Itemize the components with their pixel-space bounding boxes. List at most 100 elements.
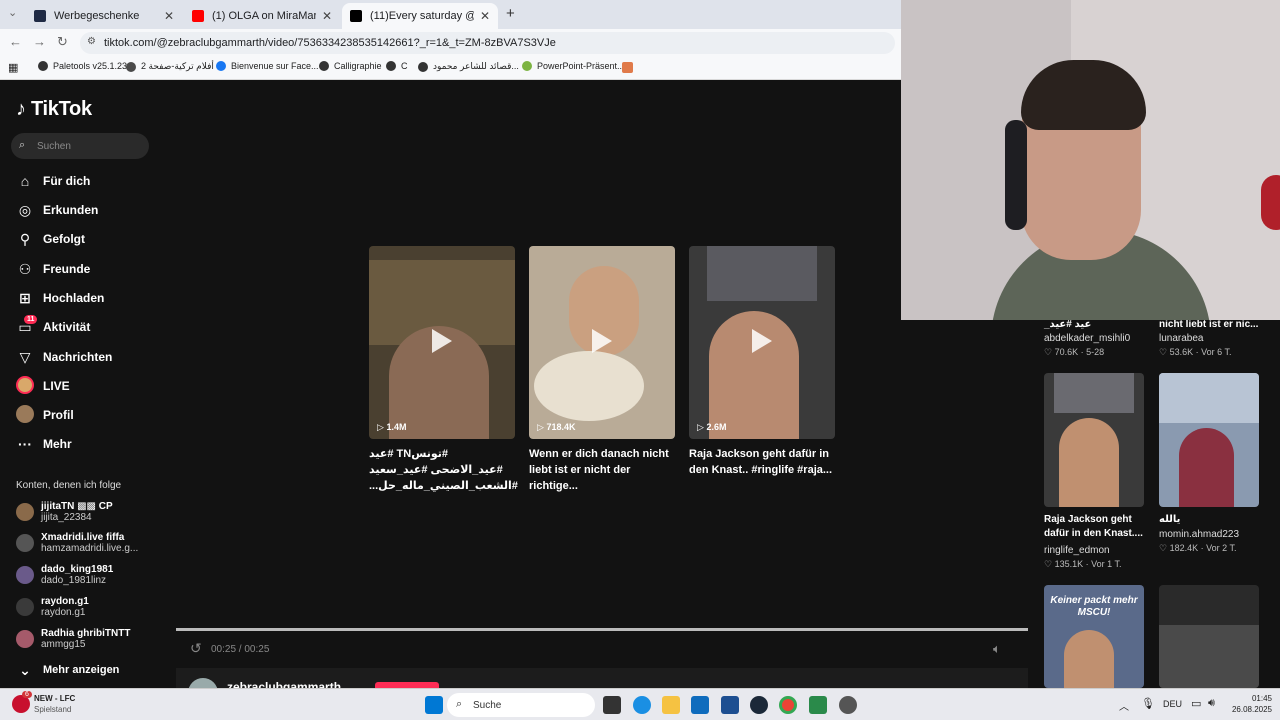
nav-erkunden[interactable]: ◎ Erkunden <box>16 200 98 220</box>
nav-fuer-dich[interactable]: ⌂ Für dich <box>16 171 91 191</box>
bookmark-c[interactable]: C <box>386 61 408 71</box>
clock[interactable]: 01:45 26.08.2025 <box>1226 693 1272 715</box>
followed-account[interactable]: raydon.g1 raydon.g1 <box>16 594 89 620</box>
bookmark-icon <box>522 61 532 71</box>
related-video-1-caption[interactable]: #تونسTN #عيد #عيد_الاضحى #عيد_سعيد #الشع… <box>369 446 519 494</box>
search-input[interactable]: ⌕ Suchen <box>11 133 149 159</box>
windows-taskbar: 6 NEW - LFC Spielstand ⌕ Suche ︿ 🎙︎ DEU … <box>0 688 1280 720</box>
nav-mehr[interactable]: ··· Mehr <box>16 434 72 454</box>
webcam-overlay <box>901 0 1280 320</box>
replay-icon[interactable]: ↺ <box>190 640 202 657</box>
nav-hochladen[interactable]: ⊞ Hochladen <box>16 288 104 308</box>
chrome-icon[interactable] <box>779 696 797 714</box>
avatar <box>16 534 34 552</box>
edge-icon[interactable] <box>633 696 651 714</box>
avatar <box>16 566 34 584</box>
followed-account[interactable]: Xmadridi.live fiffa hamzamadridi.live.g..… <box>16 530 138 556</box>
tab-werbegeschenke[interactable]: Werbegeschenke ✕ <box>26 3 182 29</box>
right-video-3-stats: ♡ 135.1K · Vor 1 T. <box>1044 559 1122 569</box>
nav-aktivitaet[interactable]: ▭ 11 Aktivität <box>16 314 90 337</box>
bookmark-paletools[interactable]: Paletools v25.1.23 <box>38 61 127 71</box>
followed-account[interactable]: jijitaTN ▩▩ CP jijita_22384 <box>16 499 113 525</box>
notepad-icon[interactable] <box>809 696 827 714</box>
right-video-2-user[interactable]: lunarabea <box>1159 333 1203 344</box>
volume-icon[interactable]: 🔈︎ <box>993 641 1001 657</box>
windows-start-icon[interactable] <box>425 696 443 714</box>
right-video-4-user[interactable]: momin.ahmad223 <box>1159 529 1239 540</box>
taskbar-search-input[interactable]: ⌕ Suche <box>447 693 595 717</box>
related-video-1[interactable]: ▷ 1.4M <box>369 246 515 439</box>
bookmark-calligraphie[interactable]: Calligraphie <box>319 61 382 71</box>
right-video-5-thumbnail[interactable]: Keiner packt mehr MSCU! <box>1044 585 1144 688</box>
nav-gefolgt[interactable]: ⚲ Gefolgt <box>16 229 85 249</box>
language-indicator[interactable]: DEU <box>1163 699 1182 709</box>
file-explorer-icon[interactable] <box>662 696 680 714</box>
app-icon[interactable] <box>839 696 857 714</box>
close-tab-icon[interactable]: ✕ <box>480 9 490 23</box>
nav-freunde[interactable]: ⚇ Freunde <box>16 259 91 279</box>
tab-tiktok[interactable]: (11)Every saturday @zebraclub ✕ <box>342 3 498 29</box>
tab-list-icon[interactable]: ⌄ <box>8 6 17 19</box>
video-progress-bar[interactable] <box>176 628 1028 631</box>
new-tab-button[interactable]: + <box>506 5 515 22</box>
close-tab-icon[interactable]: ✕ <box>164 9 174 23</box>
bookmark-facebook[interactable]: Bienvenue sur Face... <box>216 61 319 71</box>
right-video-4-thumbnail[interactable] <box>1159 373 1259 507</box>
reload-icon[interactable]: ↻ <box>57 34 68 50</box>
speaker-icon[interactable]: 🔊︎ <box>1208 697 1215 710</box>
right-video-2-caption[interactable]: nicht liebt ist er nic... <box>1159 318 1259 332</box>
friends-icon: ⚇ <box>18 260 32 277</box>
back-icon[interactable]: ← <box>9 34 22 49</box>
address-bar[interactable]: ⚙ tiktok.com/@zebraclubgammarth/video/75… <box>80 32 895 54</box>
bookmark-poems[interactable]: قصائد للشاعر محمود... <box>418 61 519 72</box>
followed-account[interactable]: Radhia ghribiTNTT ammgg15 <box>16 626 130 652</box>
tiktok-logo[interactable]: ♪ TikTok <box>16 98 92 121</box>
bookmark-extension-icon[interactable] <box>622 62 633 73</box>
right-video-3-user[interactable]: ringlife_edmon <box>1044 545 1110 556</box>
display-icon[interactable]: ▭ <box>1191 697 1201 710</box>
play-icon <box>592 329 612 353</box>
related-video-3-caption[interactable]: Raja Jackson geht dafür in den Knast.. #… <box>689 446 839 478</box>
right-video-3-caption[interactable]: Raja Jackson geht dafür in den Knast.... <box>1044 513 1144 541</box>
facebook-icon <box>216 61 226 71</box>
nav-profil[interactable]: Profil <box>16 404 74 425</box>
task-view-icon[interactable] <box>603 696 621 714</box>
forward-icon[interactable]: → <box>33 34 46 49</box>
news-widget[interactable]: 6 NEW - LFC Spielstand <box>12 691 102 717</box>
tab-olga[interactable]: (1) OLGA on MiraMar fest 2023 ✕ <box>184 3 340 29</box>
related-video-3[interactable]: ▷ 2.6M <box>689 246 835 439</box>
right-video-2-stats: ♡ 53.6K · Vor 6 T. <box>1159 347 1232 357</box>
live-icon <box>16 375 34 397</box>
right-video-6-thumbnail[interactable] <box>1159 585 1259 688</box>
bookmark-turkish-films[interactable]: أفلام تركية-صفحة 2 <box>126 61 214 72</box>
right-video-3-thumbnail[interactable] <box>1044 373 1144 507</box>
site-info-icon[interactable]: ⚙ <box>87 36 96 47</box>
related-video-2-caption[interactable]: Wenn er dich danach nicht liebt ist er n… <box>529 446 679 494</box>
right-video-1-caption[interactable]: عيد #عيد_ <box>1044 318 1144 332</box>
right-video-4-caption[interactable]: يالله <box>1159 513 1259 527</box>
nav-live[interactable]: LIVE <box>16 375 70 397</box>
outlook-icon[interactable] <box>691 696 709 714</box>
play-count-icon: ▷ <box>377 422 384 432</box>
bookmarks-bar: ▦ Paletools v25.1.23 أفلام تركية-صفحة 2 … <box>0 56 901 80</box>
steam-icon[interactable] <box>750 696 768 714</box>
play-count-icon: ▷ <box>697 422 704 432</box>
show-more-button[interactable]: ⌄ Mehr anzeigen <box>16 660 119 680</box>
tiktok-note-icon: ♪ <box>16 98 26 120</box>
bookmark-powerpoint[interactable]: PowerPoint-Präsent... <box>522 61 625 71</box>
followed-account[interactable]: dado_king1981 dado_1981linz <box>16 562 113 588</box>
browser-toolbar: ← → ↻ ⚙ tiktok.com/@zebraclubgammarth/vi… <box>0 29 901 56</box>
close-tab-icon[interactable]: ✕ <box>322 9 332 23</box>
tiktok-sidebar: ♪ TikTok ⌕ Suchen ⌂ Für dich ◎ Erkunden ⚲ G… <box>0 80 165 688</box>
apps-icon[interactable]: ▦ <box>8 61 18 74</box>
related-video-2[interactable]: ▷ 718.4K <box>529 246 675 439</box>
chevron-up-icon[interactable]: ︿ <box>1119 698 1129 713</box>
store-icon[interactable] <box>721 696 739 714</box>
right-video-1-user[interactable]: abdelkader_msihli0 <box>1044 333 1130 344</box>
bookmark-icon <box>126 61 136 72</box>
browser-tab-strip: ⌄ Werbegeschenke ✕ (1) OLGA on MiraMar f… <box>0 0 901 29</box>
nav-nachrichten[interactable]: ▽ Nachrichten <box>16 347 113 367</box>
home-icon: ⌂ <box>20 173 30 189</box>
microphone-icon[interactable]: 🎙︎ <box>1141 697 1155 710</box>
bookmark-icon <box>38 61 48 71</box>
